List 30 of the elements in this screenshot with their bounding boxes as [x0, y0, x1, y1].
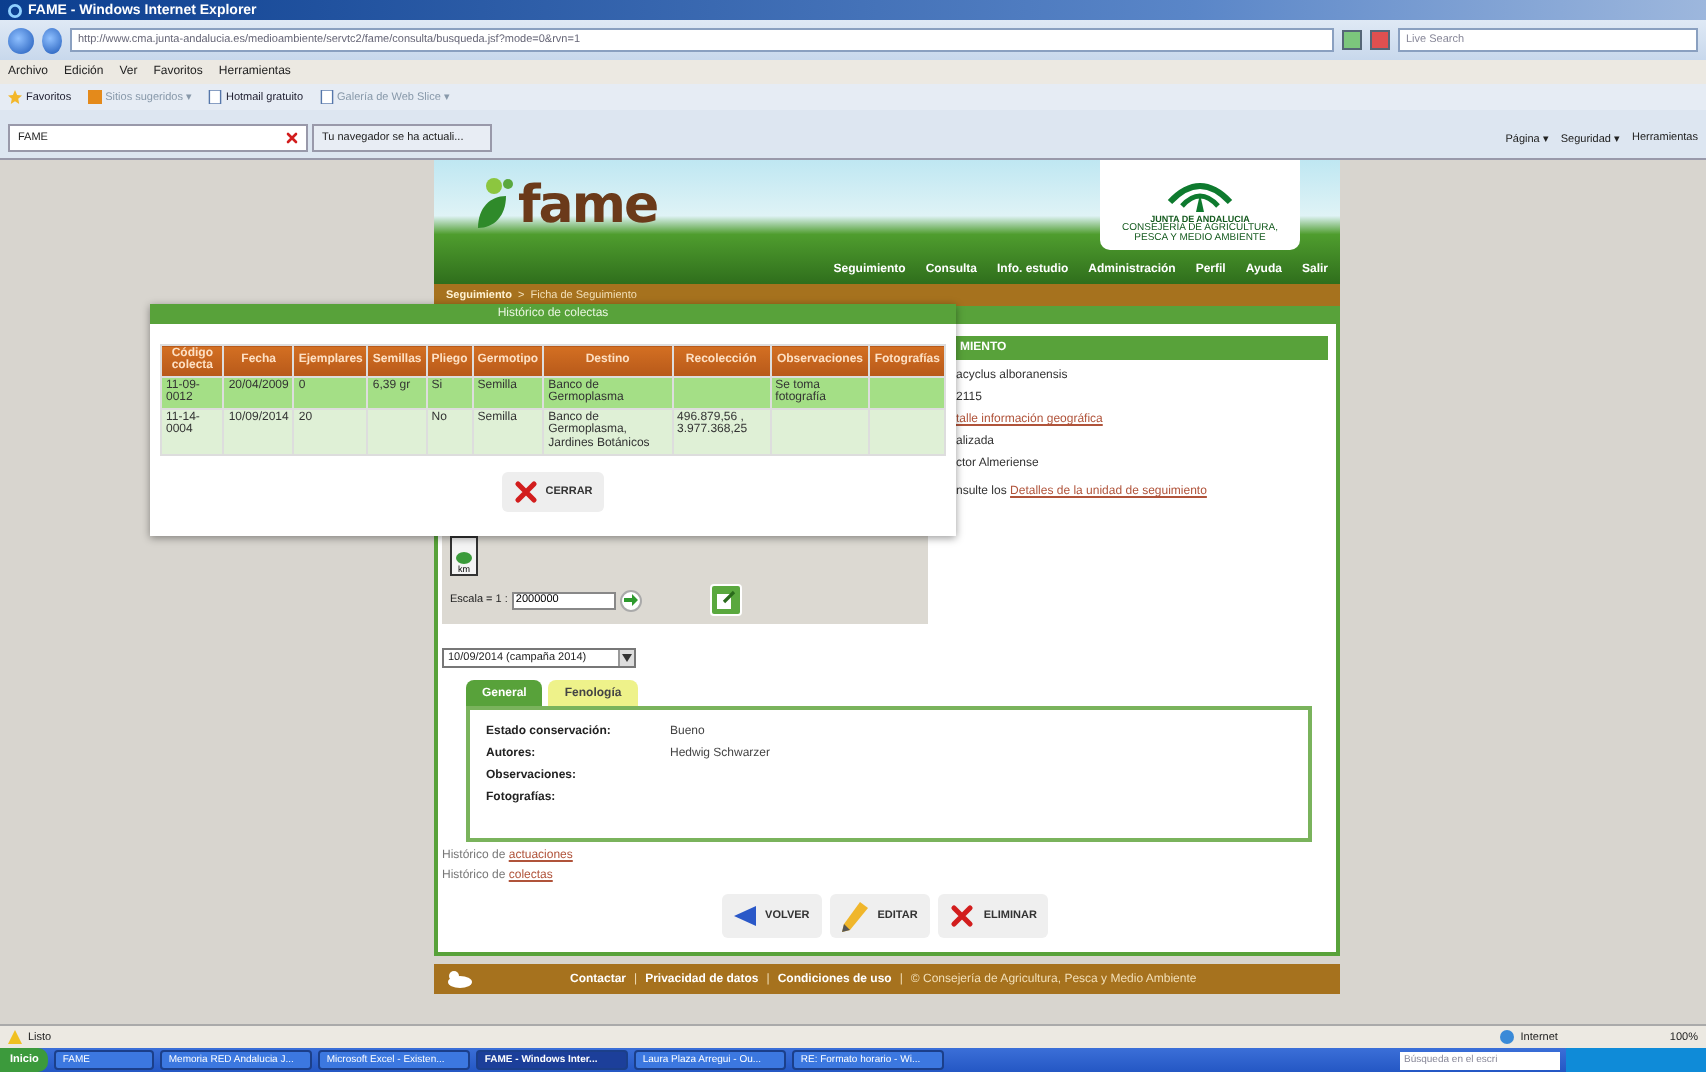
table-cell — [869, 408, 945, 455]
browser-icon — [8, 3, 22, 17]
forward-button[interactable] — [42, 27, 62, 53]
warning-icon — [8, 1030, 22, 1044]
dropdown-arrow-icon — [618, 650, 634, 666]
left-triangle-icon — [733, 906, 756, 926]
edit-map-button[interactable] — [709, 584, 742, 616]
table-cell — [770, 408, 870, 455]
feed-icon — [87, 90, 102, 104]
table-cell — [367, 408, 427, 455]
pencil-icon — [841, 901, 868, 931]
edit-icon — [715, 590, 736, 610]
star-icon — [8, 90, 22, 104]
cloud-icon — [456, 552, 472, 564]
arrow-icon — [623, 594, 638, 606]
system-tray — [1566, 1048, 1706, 1072]
leaf-logo-icon — [474, 176, 518, 232]
back-button[interactable] — [8, 27, 34, 53]
go-button[interactable] — [619, 589, 642, 611]
bird-logo-icon — [446, 970, 474, 988]
table-cell — [672, 376, 771, 409]
arc-emblem-icon — [1166, 177, 1234, 213]
table-cell — [869, 376, 945, 409]
close-icon — [513, 479, 538, 504]
site-logo-text: fame — [518, 180, 658, 232]
globe-icon — [1500, 1030, 1515, 1044]
page-icon — [207, 90, 222, 104]
close-icon — [949, 904, 974, 928]
close-icon — [286, 132, 298, 144]
page-icon — [319, 90, 334, 104]
